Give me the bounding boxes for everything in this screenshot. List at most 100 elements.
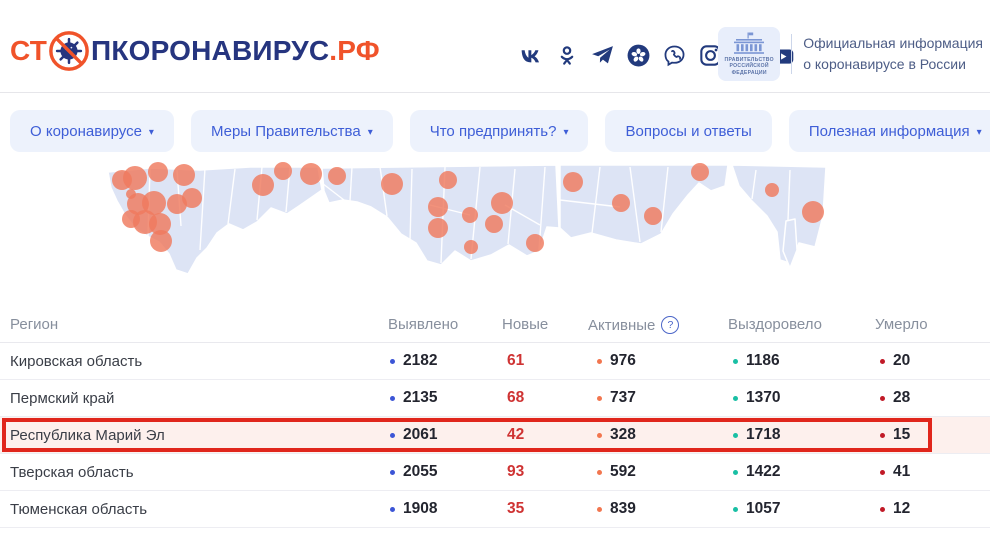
recovered-value: 1422 [733,454,780,490]
region-name: Тюменская область [10,491,147,527]
social-link-vk[interactable] [517,42,544,69]
official-info-text: Официальная информация о коронавирусе в … [803,33,983,75]
new-value: 93 [507,454,524,490]
region-bubble[interactable] [252,174,274,196]
confirmed-value: 1908 [390,491,437,527]
government-emblem: ПРАВИТЕЛЬСТВО РОССИЙСКОЙ ФЕДЕРАЦИИ [718,27,780,81]
dot-icon [597,359,602,364]
table-row[interactable]: Тюменская область190835839105712 [0,491,990,528]
chevron-down-icon: ▾ [149,127,154,138]
table-row[interactable]: Тверская область205593592142241 [0,454,990,491]
dot-icon [880,433,885,438]
region-bubble[interactable] [439,171,457,189]
official-info: ПРАВИТЕЛЬСТВО РОССИЙСКОЙ ФЕДЕРАЦИИ Офици… [718,27,983,81]
region-bubble[interactable] [612,194,630,212]
region-bubble[interactable] [765,183,779,197]
social-link-zen[interactable] [625,42,652,69]
table-row[interactable]: Республика Марий Эл206142328171815 [0,417,990,454]
vk-icon [518,43,543,68]
dot-icon [390,433,395,438]
nav-item-label: Что предпринять? [430,123,557,140]
region-bubble[interactable] [644,207,662,225]
stopcoronavirus-page: СТ ПКОРОНАВИРУС .РФ [0,0,990,559]
dot-icon [597,470,602,475]
divider [791,34,792,74]
nav-item-4[interactable]: Вопросы и ответы [605,110,771,152]
nav-item-label: Вопросы и ответы [625,123,751,140]
region-bubble[interactable] [328,167,346,185]
region-bubble[interactable] [182,188,202,208]
nav-item-1[interactable]: О коронавирусе ▾ [10,110,174,152]
region-bubble[interactable] [802,201,824,223]
table-header: Регион Выявлено Новые Активные ? Выздоро… [0,311,990,343]
dot-icon [733,507,738,512]
region-bubble[interactable] [691,163,709,181]
region-bubble[interactable] [173,164,195,186]
logo-text-tld: .РФ [329,37,380,65]
official-info-line2: о коронавирусе в России [803,54,983,75]
col-recovered: Выздоровело [728,316,822,333]
col-new: Новые [502,316,548,333]
region-bubble[interactable] [300,163,322,185]
dot-icon [880,396,885,401]
main-nav: О коронавирусе▾Меры Правительства▾Что пр… [10,110,990,152]
dot-icon [390,359,395,364]
table-row[interactable]: Пермский край213568737137028 [0,380,990,417]
logo-text-st: СТ [10,37,47,65]
dot-icon [390,470,395,475]
confirmed-value: 2055 [390,454,437,490]
viber-icon [662,43,687,68]
region-name: Тверская область [10,454,134,490]
social-link-viber[interactable] [661,42,688,69]
new-value: 35 [507,491,524,527]
active-value: 839 [597,491,636,527]
col-active-label: Активные [588,317,655,334]
site-logo[interactable]: СТ ПКОРОНАВИРУС .РФ [10,30,380,72]
new-value: 61 [507,343,524,379]
logo-text-main: ПКОРОНАВИРУС [91,37,329,65]
official-info-line1: Официальная информация [803,33,983,54]
dot-icon [390,396,395,401]
region-name: Республика Марий Эл [10,417,165,453]
recovered-value: 1718 [733,417,780,453]
region-bubble[interactable] [150,230,172,252]
nav-item-label: О коронавирусе [30,123,142,140]
dot-icon [733,470,738,475]
nav-item-3[interactable]: Что предпринять?▾ [410,110,589,152]
government-building-icon [732,32,766,55]
active-help-icon[interactable]: ? [661,316,679,334]
table-row[interactable]: Кировская область218261976118620 [0,343,990,380]
region-bubble[interactable] [428,197,448,217]
region-bubble[interactable] [381,173,403,195]
region-bubble[interactable] [148,162,168,182]
nav-item-5[interactable]: Полезная информация▾ [789,110,990,152]
col-region: Регион [10,316,58,333]
dot-icon [880,470,885,475]
nav-item-2[interactable]: Меры Правительства▾ [191,110,393,152]
region-bubble[interactable] [464,240,478,254]
region-bubble[interactable] [485,215,503,233]
region-bubble[interactable] [563,172,583,192]
region-bubble[interactable] [123,166,147,190]
social-link-odnoklassniki[interactable] [553,42,580,69]
chevron-down-icon: ▾ [368,127,373,138]
region-bubble[interactable] [428,218,448,238]
region-bubble[interactable] [462,207,478,223]
russia-map[interactable] [105,160,830,300]
region-bubble[interactable] [526,234,544,252]
deaths-value: 15 [880,417,910,453]
region-bubble[interactable] [274,162,292,180]
active-value: 737 [597,380,636,416]
odnoklassniki-icon [555,44,579,68]
new-value: 68 [507,380,524,416]
dot-icon [597,396,602,401]
region-bubble[interactable] [491,192,513,214]
social-link-telegram[interactable] [589,42,616,69]
chevron-down-icon: ▾ [977,127,982,138]
emblem-caption: ПРАВИТЕЛЬСТВО РОССИЙСКОЙ ФЕДЕРАЦИИ [723,57,775,76]
no-virus-icon [48,30,90,72]
recovered-value: 1186 [733,343,780,379]
col-confirmed: Выявлено [388,316,458,333]
dot-icon [597,433,602,438]
dot-icon [880,507,885,512]
